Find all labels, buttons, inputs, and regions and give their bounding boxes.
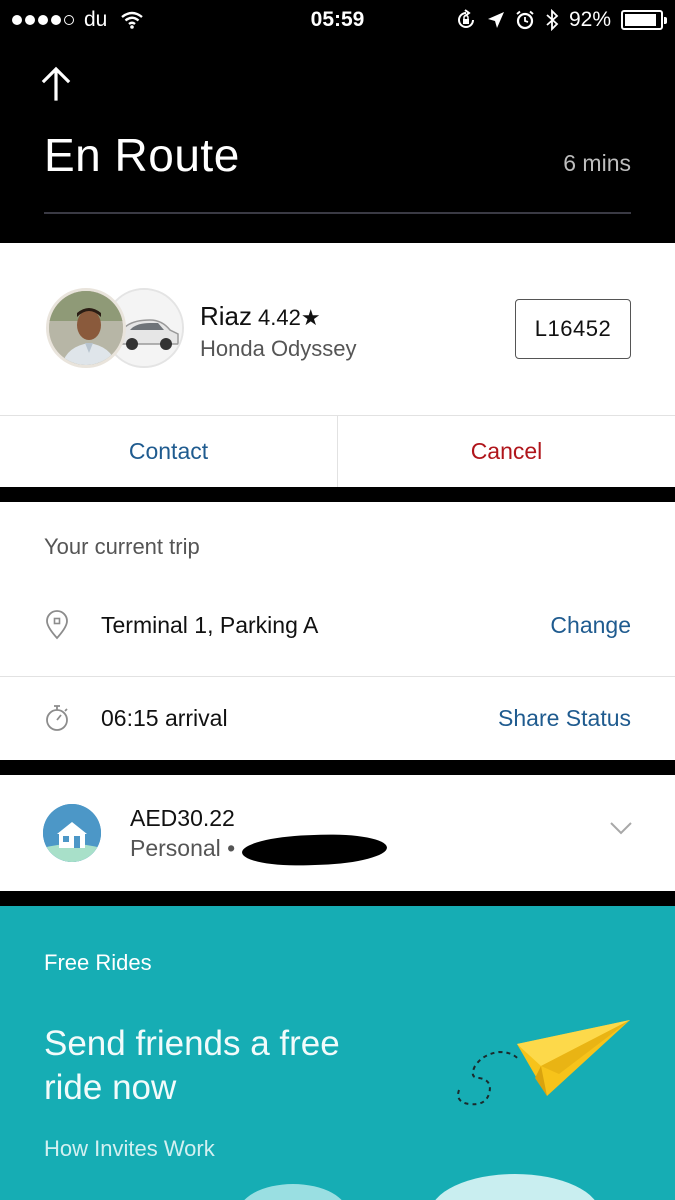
promo-headline: Send friends a free ride now (44, 1024, 340, 1107)
current-trip-card: Your current trip Terminal 1, Parking A … (0, 502, 675, 760)
alarm-icon (516, 10, 534, 30)
fare-amount: AED30.22 (130, 805, 235, 831)
status-icons: 92% (455, 8, 667, 32)
arrival-row[interactable]: 06:15 arrival Share Status (0, 676, 675, 762)
driver-name-line: Riaz 4.42★ (200, 301, 321, 332)
driver-actions: Contact Cancel (0, 415, 675, 487)
driver-avatar (46, 288, 126, 368)
trip-header: En Route 6 mins (0, 40, 675, 243)
location-arrow-icon (487, 12, 504, 28)
status-bar: du 05:59 92% (0, 0, 675, 40)
destination-row[interactable]: Terminal 1, Parking A Change (0, 582, 675, 668)
driver-card[interactable]: Riaz 4.42★ Honda Odyssey L16452 (0, 243, 675, 415)
vehicle-model: Honda Odyssey (200, 336, 357, 361)
change-destination-button[interactable]: Change (550, 612, 631, 639)
contact-button[interactable]: Contact (0, 416, 338, 487)
promo-label: Free Rides (44, 950, 152, 975)
redaction-mark (241, 832, 388, 868)
paper-plane-icon (457, 1020, 630, 1106)
header-divider (44, 212, 631, 214)
decorative-cloud (238, 1184, 348, 1200)
battery-percent: 92% (568, 8, 611, 31)
map-pin-icon (46, 610, 68, 640)
home-icon (43, 804, 101, 862)
trip-section-title: Your current trip (44, 534, 200, 559)
stopwatch-icon (46, 705, 68, 731)
arrow-up-icon[interactable] (40, 66, 72, 102)
rotation-lock-icon (457, 9, 474, 28)
share-status-button[interactable]: Share Status (498, 705, 631, 732)
license-plate: L16452 (515, 299, 631, 359)
free-rides-card[interactable]: Free Rides Send friends a free ride now … (0, 906, 675, 1200)
driver-photo (49, 291, 123, 365)
bluetooth-icon (546, 9, 559, 31)
page-title: En Route (44, 129, 240, 181)
decorative-cloud (430, 1174, 600, 1200)
destination-text: Terminal 1, Parking A (101, 612, 319, 638)
eta-label: 6 mins (563, 150, 631, 176)
cancel-button[interactable]: Cancel (338, 416, 675, 487)
payment-row[interactable]: AED30.22 Personal • (0, 775, 675, 891)
chevron-down-icon[interactable] (609, 820, 633, 836)
payment-profile: Personal • (130, 835, 236, 861)
driver-name: Riaz (200, 301, 253, 331)
how-invites-work-link[interactable]: How Invites Work (44, 1136, 215, 1162)
battery-fill (625, 14, 657, 26)
battery-icon (621, 10, 667, 30)
driver-rating: 4.42★ (258, 305, 321, 330)
arrival-time: 06:15 arrival (101, 705, 228, 731)
